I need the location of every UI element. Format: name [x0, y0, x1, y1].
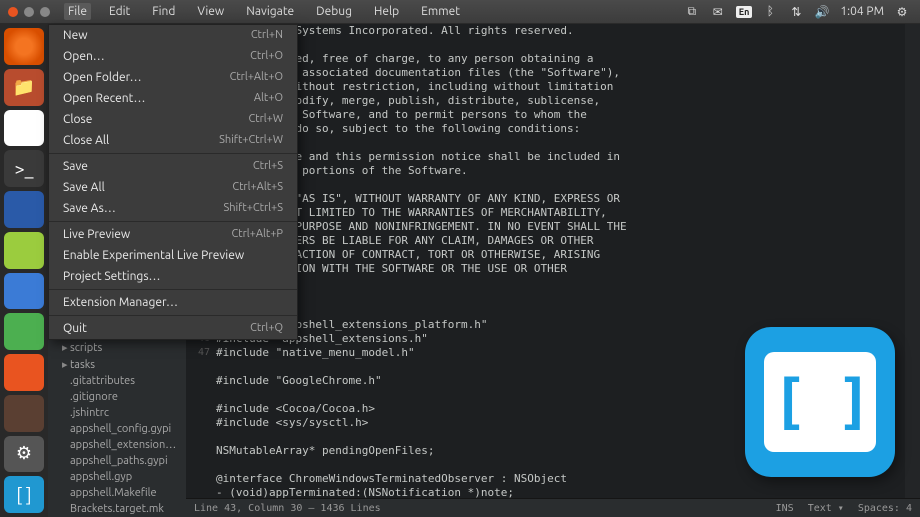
- launcher-brackets-icon[interactable]: [ ]: [4, 476, 44, 513]
- menu-item-close-all[interactable]: Close AllShift+Ctrl+W: [49, 130, 297, 151]
- menu-separator: [49, 315, 297, 316]
- menu-item-new[interactable]: NewCtrl+N: [49, 25, 297, 46]
- menu-item-enable-experimental-live-preview[interactable]: Enable Experimental Live Preview: [49, 245, 297, 266]
- menu-item-save-all[interactable]: Save AllCtrl+Alt+S: [49, 177, 297, 198]
- menu-debug[interactable]: Debug: [312, 3, 356, 20]
- menu-item-save[interactable]: SaveCtrl+S: [49, 156, 297, 177]
- menu-separator: [49, 221, 297, 222]
- launcher-chrome-icon[interactable]: [4, 110, 44, 147]
- system-menubar: File Edit Find View Navigate Debug Help Emmet ⧉…: [0, 0, 920, 24]
- menu-emmet[interactable]: Emmet: [417, 3, 464, 20]
- launcher-settings-icon[interactable]: ⚙: [4, 436, 44, 473]
- launcher-files-icon[interactable]: 📁: [4, 69, 44, 106]
- network-icon[interactable]: ⇅: [788, 4, 804, 20]
- status-bar: Line 43, Column 30 — 1436 Lines INS Text…: [186, 498, 920, 517]
- minimize-window-button[interactable]: [24, 7, 34, 17]
- volume-icon[interactable]: 🔊: [814, 4, 830, 20]
- sidebar-item[interactable]: appshell_extensions_js.o: [48, 437, 186, 453]
- sidebar-item[interactable]: .gitignore: [48, 389, 186, 405]
- clock[interactable]: 1:04 PM: [840, 5, 884, 18]
- language-mode-dropdown[interactable]: Text ▾: [808, 503, 844, 514]
- sidebar-item[interactable]: appshell.Makefile: [48, 485, 186, 501]
- menu-find[interactable]: Find: [148, 3, 179, 20]
- menu-item-project-settings[interactable]: Project Settings…: [49, 266, 297, 287]
- menu-edit[interactable]: Edit: [105, 3, 134, 20]
- menu-view[interactable]: View: [193, 3, 228, 20]
- close-window-button[interactable]: [8, 7, 18, 17]
- menu-item-live-preview[interactable]: Live PreviewCtrl+Alt+P: [49, 224, 297, 245]
- menu-help[interactable]: Help: [370, 3, 403, 20]
- bluetooth-icon[interactable]: ᛒ: [762, 4, 778, 20]
- sidebar-item[interactable]: .jshintrc: [48, 405, 186, 421]
- launcher-writer-icon[interactable]: [4, 273, 44, 310]
- sidebar-item[interactable]: appshell_paths.gypi: [48, 453, 186, 469]
- menu-item-extension-manager[interactable]: Extension Manager…: [49, 292, 297, 313]
- menu-item-quit[interactable]: QuitCtrl+Q: [49, 318, 297, 339]
- menu-item-open[interactable]: Open…Ctrl+O: [49, 46, 297, 67]
- sidebar-item[interactable]: Brackets.target.mk: [48, 501, 186, 517]
- sidebar-item[interactable]: ▸scripts: [48, 339, 186, 356]
- keyboard-layout-indicator[interactable]: En: [736, 6, 753, 18]
- vertical-scrollbar[interactable]: [905, 24, 920, 498]
- insert-mode-indicator[interactable]: INS: [776, 503, 794, 514]
- menu-separator: [49, 153, 297, 154]
- messaging-icon[interactable]: ✉: [710, 4, 726, 20]
- indent-settings[interactable]: Spaces: 4: [858, 503, 912, 514]
- launcher-ubuntu-icon[interactable]: [4, 28, 44, 65]
- session-gear-icon[interactable]: ⚙: [894, 4, 910, 20]
- system-indicators: ⧉ ✉ En ᛒ ⇅ 🔊 1:04 PM ⚙: [684, 4, 920, 20]
- sidebar-item[interactable]: appshell.gyp: [48, 469, 186, 485]
- window-controls: [0, 7, 58, 17]
- menu-separator: [49, 289, 297, 290]
- sidebar-item[interactable]: .gitattributes: [48, 373, 186, 389]
- maximize-window-button[interactable]: [40, 7, 50, 17]
- menu-item-save-as[interactable]: Save As…Shift+Ctrl+S: [49, 198, 297, 219]
- sidebar-item[interactable]: ▸tasks: [48, 356, 186, 373]
- launcher-firefox-icon[interactable]: [4, 191, 44, 228]
- file-menu-dropdown: NewCtrl+NOpen…Ctrl+OOpen Folder…Ctrl+Alt…: [48, 24, 298, 340]
- launcher-preview-icon[interactable]: [4, 395, 44, 432]
- launcher-studio-icon[interactable]: [4, 232, 44, 269]
- menu-item-open-recent[interactable]: Open Recent…Alt+O: [49, 88, 297, 109]
- launcher-calc-icon[interactable]: [4, 313, 44, 350]
- menu-navigate[interactable]: Navigate: [242, 3, 298, 20]
- brackets-logo-overlay: [ ]: [745, 327, 895, 477]
- unity-launcher: 📁 >_ ⚙[ ]: [0, 24, 48, 517]
- cursor-position: Line 43, Column 30 — 1436 Lines: [194, 503, 381, 514]
- dropbox-icon[interactable]: ⧉: [684, 4, 700, 20]
- launcher-impress-icon[interactable]: [4, 354, 44, 391]
- menu-item-open-folder[interactable]: Open Folder…Ctrl+Alt+O: [49, 67, 297, 88]
- menu-item-close[interactable]: CloseCtrl+W: [49, 109, 297, 130]
- launcher-term-icon[interactable]: >_: [4, 150, 44, 187]
- sidebar-item[interactable]: appshell_config.gypi: [48, 421, 186, 437]
- app-menubar: File Edit Find View Navigate Debug Help Emmet: [58, 3, 464, 20]
- menu-file[interactable]: File: [64, 3, 91, 20]
